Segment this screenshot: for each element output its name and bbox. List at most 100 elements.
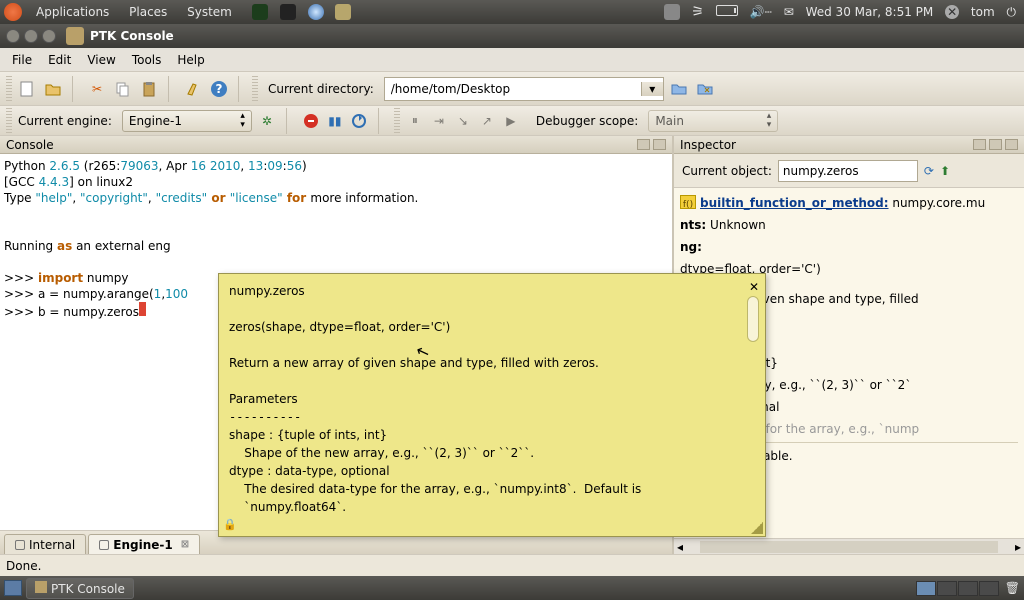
chevron-updown-icon: ▴▾	[240, 112, 245, 130]
status-text: Done.	[6, 559, 41, 573]
tooltip-scrollbar[interactable]	[745, 296, 761, 516]
disc-applet-icon[interactable]	[308, 4, 324, 20]
clear-icon[interactable]	[182, 78, 204, 100]
ubuntu-logo-icon[interactable]	[4, 3, 22, 21]
pause-engine-icon[interactable]: ▮▮	[326, 112, 344, 130]
taskbar-ptk-console[interactable]: PTK Console	[26, 578, 134, 599]
tooltip-params-sep: ----------	[229, 408, 739, 426]
system-top-panel: Applications Places System ⚞ 🔊┄ ✉ Wed 30…	[0, 0, 1024, 24]
scroll-left-icon[interactable]: ◂	[674, 540, 686, 554]
console-title-text: Console	[6, 138, 54, 152]
inspector-type-row: f()builtin_function_or_method: numpy.cor…	[680, 194, 1018, 212]
user-switch-icon[interactable]: ✕	[945, 5, 959, 19]
toolbar-grip-2[interactable]	[252, 76, 258, 102]
restart-engine-icon[interactable]	[350, 112, 368, 130]
new-file-icon[interactable]	[16, 78, 38, 100]
tooltip-p2c: `numpy.float64`.	[229, 498, 739, 516]
applications-menu[interactable]: Applications	[28, 5, 117, 19]
console-close-icon[interactable]	[653, 139, 666, 150]
menu-view[interactable]: View	[79, 51, 123, 69]
wifi-icon[interactable]: ⚞	[691, 4, 704, 20]
system-bottom-panel: PTK Console 🗑	[0, 576, 1024, 600]
tab-internal[interactable]: Internal	[4, 534, 86, 554]
places-menu[interactable]: Places	[121, 5, 175, 19]
volume-icon[interactable]: 🔊┄	[750, 5, 772, 19]
current-dir-label: Current directory:	[268, 82, 374, 96]
minimize-window-button[interactable]	[24, 29, 38, 43]
monitor-applet-icon[interactable]	[252, 4, 268, 20]
scroll-right-icon[interactable]: ▸	[1012, 540, 1024, 554]
open-file-icon[interactable]	[42, 78, 64, 100]
tooltip-p2b: The desired data-type for the array, e.g…	[229, 480, 739, 498]
menu-tools[interactable]: Tools	[124, 51, 170, 69]
tab-close-icon[interactable]: ⊠	[181, 539, 189, 550]
tooltip-signature: zeros(shape, dtype=float, order='C')	[229, 318, 739, 336]
tooltip-desc: Return a new array of given shape and ty…	[229, 354, 739, 372]
battery-icon[interactable]	[716, 5, 738, 16]
console-title: Console	[0, 136, 672, 154]
power-icon[interactable]: ⏻	[1007, 5, 1017, 19]
tab-icon	[99, 540, 109, 550]
menu-edit[interactable]: Edit	[40, 51, 79, 69]
task-app-icon	[35, 581, 47, 593]
current-object-label: Current object:	[682, 164, 772, 178]
scroll-track[interactable]	[700, 541, 998, 553]
debugger-scope-label: Debugger scope:	[536, 114, 638, 128]
close-window-button[interactable]	[6, 29, 20, 43]
chevron-updown-icon-2: ▴▾	[767, 112, 772, 130]
system-menus: Applications Places System	[28, 5, 240, 19]
toolbar2-grip[interactable]	[6, 108, 12, 134]
copy-icon[interactable]	[112, 78, 134, 100]
refresh-icon[interactable]: ⟳	[924, 164, 934, 178]
tools-applet-icon[interactable]	[335, 4, 351, 20]
current-dir-input[interactable]	[385, 82, 641, 96]
tooltip-resize-grip[interactable]	[751, 522, 763, 534]
debugger-scope-combo[interactable]: Main ▴▾	[648, 110, 778, 132]
console-max-icon[interactable]	[637, 139, 650, 150]
mail-icon[interactable]: ✉	[784, 5, 794, 19]
clock[interactable]: Wed 30 Mar, 8:51 PM	[806, 5, 934, 19]
inspector-max-icon[interactable]	[989, 139, 1002, 150]
inspector-hscroll[interactable]: ◂ ▸	[674, 538, 1024, 554]
dbg-step-in-icon: ↘	[454, 112, 472, 130]
dbg-continue-icon: ▶	[502, 112, 520, 130]
toolbar2-grip-2[interactable]	[394, 108, 400, 134]
browse-dir-2-icon[interactable]	[694, 78, 716, 100]
window-title: PTK Console	[90, 29, 174, 43]
show-desktop-icon[interactable]	[4, 580, 22, 596]
maximize-window-button[interactable]	[42, 29, 56, 43]
tab-engine-1[interactable]: Engine-1⊠	[88, 534, 200, 554]
menu-file[interactable]: File	[4, 51, 40, 69]
tooltip-p1: shape : {tuple of ints, int}	[229, 426, 739, 444]
username[interactable]: tom	[971, 5, 995, 19]
paste-icon[interactable]	[138, 78, 160, 100]
help-icon[interactable]: ?	[208, 78, 230, 100]
window-titlebar[interactable]: PTK Console	[0, 24, 1024, 48]
menu-help[interactable]: Help	[169, 51, 212, 69]
tooltip-lock-icon[interactable]: 🔒	[223, 516, 237, 534]
cut-icon[interactable]: ✂	[86, 78, 108, 100]
tab-icon	[15, 540, 25, 550]
dir-dropdown-icon[interactable]: ▾	[641, 82, 663, 96]
workspace-switcher[interactable]	[916, 581, 999, 596]
up-icon[interactable]: ⬆	[940, 164, 950, 178]
settings-tray-icon[interactable]	[664, 4, 680, 20]
toolbar-grip[interactable]	[6, 76, 12, 102]
engine-label: Current engine:	[18, 114, 112, 128]
tooltip-close-icon[interactable]: ✕	[749, 278, 759, 296]
engine-settings-icon[interactable]: ✲	[258, 112, 276, 130]
inspector-title: Inspector	[674, 136, 1024, 154]
current-object-input[interactable]	[778, 160, 918, 182]
status-bar: Done.	[0, 554, 1024, 576]
trash-icon[interactable]: 🗑	[1005, 581, 1020, 595]
terminal-applet-icon[interactable]	[280, 4, 296, 20]
inspector-min-icon[interactable]	[973, 139, 986, 150]
system-menu[interactable]: System	[179, 5, 240, 19]
engine-combo[interactable]: Engine-1 ▴▾	[122, 110, 252, 132]
inspector-close-icon[interactable]	[1005, 139, 1018, 150]
stop-engine-icon[interactable]	[302, 112, 320, 130]
dbg-pause-icon: ⏸	[406, 112, 424, 130]
dbg-step-out-icon: ↗	[478, 112, 496, 130]
browse-dir-icon[interactable]	[668, 78, 690, 100]
current-dir-combo[interactable]: ▾	[384, 77, 664, 101]
